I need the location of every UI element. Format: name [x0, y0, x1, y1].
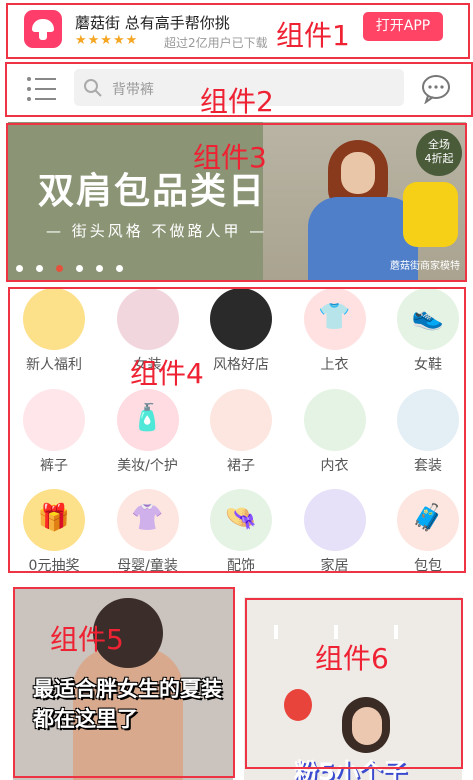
open-app-button[interactable]: 打开APP	[363, 12, 443, 41]
category-label: 配饰	[227, 558, 255, 574]
feed-card-caption: 粉5小个子	[294, 758, 407, 780]
hat-icon: 👒	[210, 489, 272, 551]
carousel-dot[interactable]	[116, 265, 123, 272]
carousel-dot[interactable]	[96, 265, 103, 272]
carousel-dot[interactable]	[36, 265, 43, 272]
search-icon	[84, 79, 102, 97]
category-item[interactable]: 🧴 美妆/个护	[102, 388, 194, 485]
model-portrait-icon	[116, 288, 179, 350]
menu-icon[interactable]	[26, 75, 58, 103]
feed-card-right[interactable]: 粉5小个子	[244, 597, 462, 780]
lotion-icon: 🧴	[116, 388, 179, 451]
category-item[interactable]: 风格好店	[195, 288, 287, 384]
backpack-image	[403, 182, 458, 247]
category-item[interactable]: 👒 配饰	[195, 489, 287, 585]
skirt-icon	[210, 388, 272, 451]
category-item[interactable]: 新人福利	[8, 288, 100, 384]
category-label: 内衣	[320, 457, 349, 474]
category-item[interactable]: 👟 女鞋	[382, 288, 473, 384]
carousel-dot-active[interactable]	[56, 265, 63, 272]
category-label: 风格好店	[213, 357, 269, 373]
category-label: 美妆/个护	[117, 457, 178, 474]
category-label: 裤子	[40, 457, 68, 474]
category-label: 0元抽奖	[28, 558, 80, 574]
carousel-dot[interactable]	[16, 265, 23, 272]
balloon-icon	[284, 689, 312, 721]
shoe-icon: 👟	[397, 288, 459, 350]
kids-clothes-icon: 👚	[116, 489, 179, 551]
app-download-banner: 蘑菇街 总有高手帮你挑 ★★★★★ 超过2亿用户已下载 打开APP	[0, 0, 473, 60]
category-label: 母婴/童装	[117, 558, 178, 574]
download-count: 超过2亿用户已下载	[164, 36, 268, 50]
search-placeholder: 背带裤	[112, 82, 154, 98]
category-item[interactable]: 内衣	[289, 388, 381, 485]
category-label: 包包	[414, 558, 442, 574]
shirt-icon: 👕	[303, 288, 366, 350]
luggage-icon: 🧳	[397, 489, 459, 551]
blender-icon	[303, 489, 366, 551]
category-item[interactable]: 家居	[289, 489, 381, 585]
category-item[interactable]: 🧳 包包	[382, 489, 473, 585]
category-label: 女鞋	[414, 357, 442, 373]
category-item[interactable]: 裤子	[8, 388, 100, 485]
carousel-dots[interactable]	[16, 265, 123, 272]
category-item[interactable]: 👕 上衣	[289, 288, 381, 384]
category-item[interactable]: 女装	[102, 288, 194, 384]
search-header: 背带裤	[0, 62, 473, 116]
carousel-dot[interactable]	[76, 265, 83, 272]
feed-card-left[interactable]: 最适合胖女生的夏装都在这里了	[13, 588, 233, 780]
mogujie-logo-icon	[24, 10, 62, 48]
gift-ball-icon	[23, 288, 85, 350]
category-label: 家居	[320, 558, 349, 574]
promo-carousel[interactable]: 双肩包品类日 — 街头风格 不做路人甲 — 全场 4折起 蘑菇街商家模特	[8, 122, 466, 280]
chat-icon[interactable]	[420, 74, 452, 104]
bra-icon	[303, 388, 366, 451]
category-label: 上衣	[320, 357, 349, 373]
category-label: 新人福利	[26, 357, 82, 373]
category-label: 女装	[133, 357, 162, 373]
category-label: 裙子	[227, 457, 255, 474]
category-item[interactable]: 👚 母婴/童装	[102, 489, 194, 585]
banner-subtitle: — 街头风格 不做路人甲 —	[46, 222, 268, 240]
model-portrait-icon	[210, 288, 272, 350]
banner-title: 双肩包品类日	[38, 170, 267, 212]
category-item[interactable]: 🎁 0元抽奖	[8, 489, 100, 585]
category-label: 套装	[414, 457, 442, 474]
app-title: 蘑菇街 总有高手帮你挑	[75, 14, 230, 32]
suit-icon	[397, 388, 459, 451]
feed-card-caption: 最适合胖女生的夏装都在这里了	[33, 677, 222, 731]
category-grid: 新人福利 女装 风格好店 👕 上衣 👟 女鞋裤子 🧴 美妆/个护 裙子 内衣 套装 🎁 0元抽奖 👚 母婴/童…	[8, 286, 466, 576]
discount-badge: 全场 4折起	[416, 130, 462, 176]
category-item[interactable]: 裙子	[195, 388, 287, 485]
banner-credit: 蘑菇街商家模特	[390, 261, 460, 272]
search-input[interactable]: 背带裤	[74, 69, 404, 106]
category-item[interactable]: 套装	[382, 388, 473, 485]
rating-stars-icon: ★★★★★	[75, 33, 139, 48]
pants-icon	[23, 388, 85, 451]
gift-box-icon: 🎁	[23, 489, 85, 551]
